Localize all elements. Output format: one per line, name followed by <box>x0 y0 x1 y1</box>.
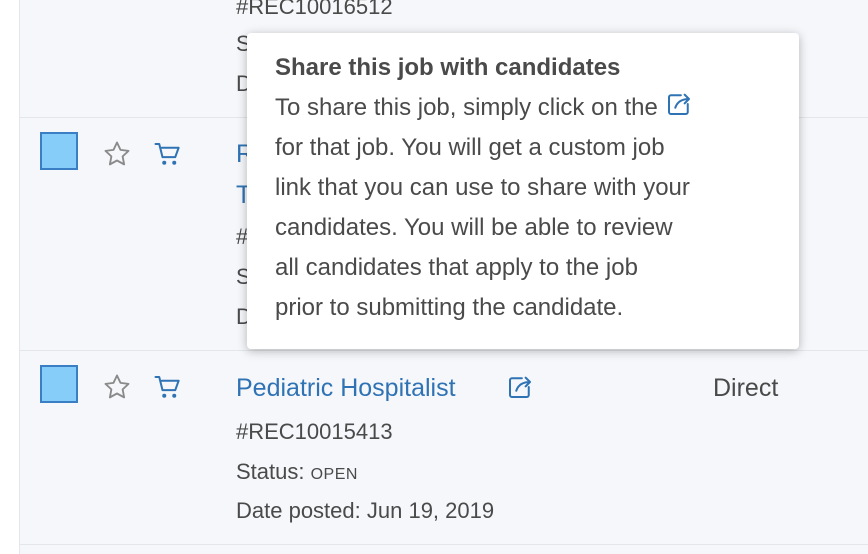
tooltip-line: link that you can use to share with your <box>275 174 690 201</box>
tooltip-line: To share this job, simply click on the <box>275 88 771 128</box>
tooltip-line-text: To share this job, simply click on the <box>275 94 658 121</box>
select-checkbox[interactable] <box>40 132 78 170</box>
tooltip-line: prior to submitting the candidate. <box>275 294 624 321</box>
cart-icon[interactable] <box>153 372 183 402</box>
star-icon[interactable] <box>102 139 132 169</box>
job-row: Pediatric Hospitalist Direct #REC1001541… <box>20 351 868 545</box>
share-icon[interactable] <box>505 372 535 402</box>
cart-icon[interactable] <box>153 139 183 169</box>
job-status: Status: OPEN <box>236 459 358 485</box>
job-title-link[interactable]: Pediatric Hospitalist <box>236 374 456 403</box>
tooltip-line: for that job. You will get a custom job <box>275 134 665 161</box>
job-id: #REC10016512 <box>236 0 393 19</box>
status-badge: OPEN <box>310 466 358 483</box>
tooltip-title: Share this job with candidates <box>275 54 621 81</box>
job-type: Direct <box>713 374 779 402</box>
next-job-row <box>20 545 868 554</box>
job-date-label: Date posted: <box>236 498 361 523</box>
job-id: #REC10015413 <box>236 419 393 444</box>
tooltip-line: all candidates that apply to the job <box>275 254 638 281</box>
job-date-posted: Date posted: Jun 19, 2019 <box>236 498 494 524</box>
job-status-label: Status: <box>236 459 305 484</box>
job-date-value: Jun 19, 2019 <box>366 498 495 523</box>
share-job-tooltip: Share this job with candidates To share … <box>247 33 799 349</box>
share-icon <box>667 93 690 115</box>
star-icon[interactable] <box>102 372 132 402</box>
tooltip-line: candidates. You will be able to review <box>275 214 673 241</box>
select-checkbox[interactable] <box>40 365 78 403</box>
tooltip-body: To share this job, simply click on the f… <box>275 88 771 328</box>
